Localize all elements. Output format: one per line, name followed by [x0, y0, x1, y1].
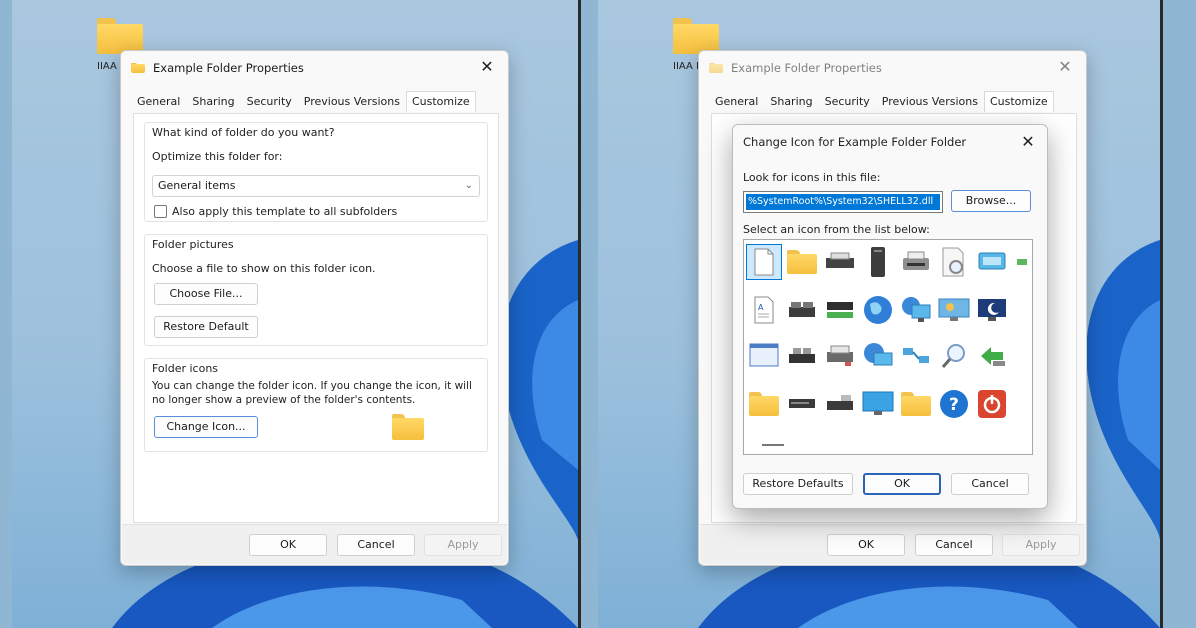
tab-previous-versions[interactable]: Previous Versions	[876, 91, 984, 112]
desktop-icon[interactable]	[936, 292, 972, 328]
dialog-footer: OK Cancel Apply	[700, 524, 1085, 564]
folder-preview-icon	[392, 414, 424, 440]
printer-icon[interactable]	[898, 244, 934, 280]
tab-previous-versions[interactable]: Previous Versions	[298, 91, 406, 112]
window-icon[interactable]	[746, 338, 782, 374]
drive-icon[interactable]	[784, 338, 820, 374]
folder-icons-description-line1: You can change the folder icon. If you c…	[152, 380, 472, 392]
drive-icon[interactable]	[784, 292, 820, 328]
close-icon[interactable]: ✕	[476, 56, 498, 78]
folder-icons-heading: Folder icons	[152, 362, 219, 375]
folder-icon	[709, 62, 723, 74]
green-arrow-icon[interactable]	[974, 338, 1010, 374]
tab-customize[interactable]: Customize	[983, 91, 1054, 112]
dialog-footer: OK Cancel Apply	[122, 524, 507, 564]
folder-pictures-description: Choose a file to show on this folder ico…	[152, 262, 376, 275]
text-document-icon[interactable]: A	[746, 292, 782, 328]
apply-button[interactable]: Apply	[424, 534, 502, 556]
ok-button[interactable]: OK	[863, 473, 941, 495]
right-screenshot: IIAA Ind Example Folder Properties ✕ Gen…	[598, 0, 1160, 628]
folder-icons-description-line2: no longer show a preview of the folder's…	[152, 394, 416, 406]
cancel-button[interactable]: Cancel	[337, 534, 415, 556]
network-drive-icon[interactable]	[822, 292, 858, 328]
tab-general[interactable]: General	[709, 91, 764, 112]
monitor-icon[interactable]	[860, 386, 896, 422]
printer-icon[interactable]	[822, 338, 858, 374]
window-title: Example Folder Properties	[731, 61, 882, 75]
network-icon[interactable]	[898, 338, 934, 374]
file-path-text: %SystemRoot%\System32\SHELL32.dll	[746, 194, 940, 210]
tab-strip: General Sharing Security Previous Versio…	[131, 91, 476, 112]
chevron-down-icon: ⌄	[464, 180, 473, 191]
optimize-value: General items	[158, 179, 236, 192]
browse-button[interactable]: Browse...	[951, 190, 1031, 212]
tab-security[interactable]: Security	[819, 91, 876, 112]
document-search-icon[interactable]	[936, 244, 972, 280]
change-icon-button[interactable]: Change Icon...	[154, 416, 258, 438]
customize-panel: What kind of folder do you want? Optimiz…	[133, 113, 499, 523]
folder-type-heading: What kind of folder do you want?	[152, 126, 335, 139]
document-icon[interactable]	[746, 244, 782, 280]
drive-icon[interactable]	[822, 386, 858, 422]
ok-button[interactable]: OK	[249, 534, 327, 556]
printer-icon[interactable]	[822, 244, 858, 280]
optimize-select[interactable]: General items ⌄	[152, 175, 480, 197]
panel-divider	[578, 0, 581, 628]
horizontal-scrollbar[interactable]	[762, 444, 784, 446]
network-monitor-icon[interactable]	[898, 292, 934, 328]
folder-icon	[131, 62, 145, 74]
look-for-icons-label: Look for icons in this file:	[743, 171, 881, 184]
folder-icon[interactable]	[746, 386, 782, 422]
close-icon[interactable]: ✕	[1054, 56, 1076, 78]
sleep-monitor-icon[interactable]	[974, 292, 1010, 328]
tab-customize[interactable]: Customize	[405, 91, 476, 112]
cancel-button[interactable]: Cancel	[951, 473, 1029, 495]
window-title: Example Folder Properties	[153, 61, 304, 75]
icon-file-path-input[interactable]: %SystemRoot%\System32\SHELL32.dll	[743, 191, 943, 213]
tab-sharing[interactable]: Sharing	[186, 91, 240, 112]
left-screenshot: IIAA Ind Example Folder Properties ✕ Gen…	[12, 0, 578, 628]
subfolders-checkbox-label: Also apply this template to all subfolde…	[172, 205, 398, 218]
restore-defaults-button[interactable]: Restore Defaults	[743, 473, 853, 495]
network-globe-icon[interactable]	[860, 338, 896, 374]
monitor-icon[interactable]	[974, 244, 1010, 280]
folder-icon	[673, 18, 719, 54]
tab-general[interactable]: General	[131, 91, 186, 112]
server-tower-icon[interactable]	[860, 244, 896, 280]
folder-properties-window: Example Folder Properties ✕ General Shar…	[120, 50, 509, 566]
search-icon[interactable]	[936, 338, 972, 374]
optimize-label: Optimize this folder for:	[152, 150, 283, 163]
folder-icon	[97, 18, 143, 54]
apply-button[interactable]: Apply	[1002, 534, 1080, 556]
green-cable-icon[interactable]	[1012, 244, 1032, 280]
choose-file-button[interactable]: Choose File...	[154, 283, 258, 305]
svg-text:?: ?	[949, 395, 959, 415]
title-bar: Example Folder Properties	[709, 59, 882, 77]
help-icon[interactable]: ?	[936, 386, 972, 422]
dialog-title: Change Icon for Example Folder Folder	[743, 135, 967, 149]
cancel-button[interactable]: Cancel	[915, 534, 993, 556]
tab-strip: General Sharing Security Previous Versio…	[709, 91, 1054, 112]
drive-icon[interactable]	[784, 386, 820, 422]
power-icon[interactable]	[974, 386, 1010, 422]
title-bar: Example Folder Properties	[131, 59, 304, 77]
right-edge-divider	[1160, 0, 1163, 628]
select-icon-label: Select an icon from the list below:	[743, 223, 930, 236]
restore-default-button[interactable]: Restore Default	[154, 316, 258, 338]
ok-button[interactable]: OK	[827, 534, 905, 556]
close-icon[interactable]: ✕	[1017, 131, 1039, 153]
change-icon-dialog: Change Icon for Example Folder Folder ✕ …	[732, 124, 1048, 509]
tab-sharing[interactable]: Sharing	[764, 91, 818, 112]
subfolders-checkbox[interactable]	[154, 205, 167, 218]
folder-pictures-heading: Folder pictures	[152, 238, 234, 251]
globe-icon[interactable]	[860, 292, 896, 328]
svg-text:A: A	[758, 303, 764, 312]
icon-grid[interactable]: A ?	[743, 239, 1033, 455]
folder-grid-icon[interactable]	[898, 386, 934, 422]
folder-icon[interactable]	[784, 244, 820, 280]
tab-security[interactable]: Security	[241, 91, 298, 112]
